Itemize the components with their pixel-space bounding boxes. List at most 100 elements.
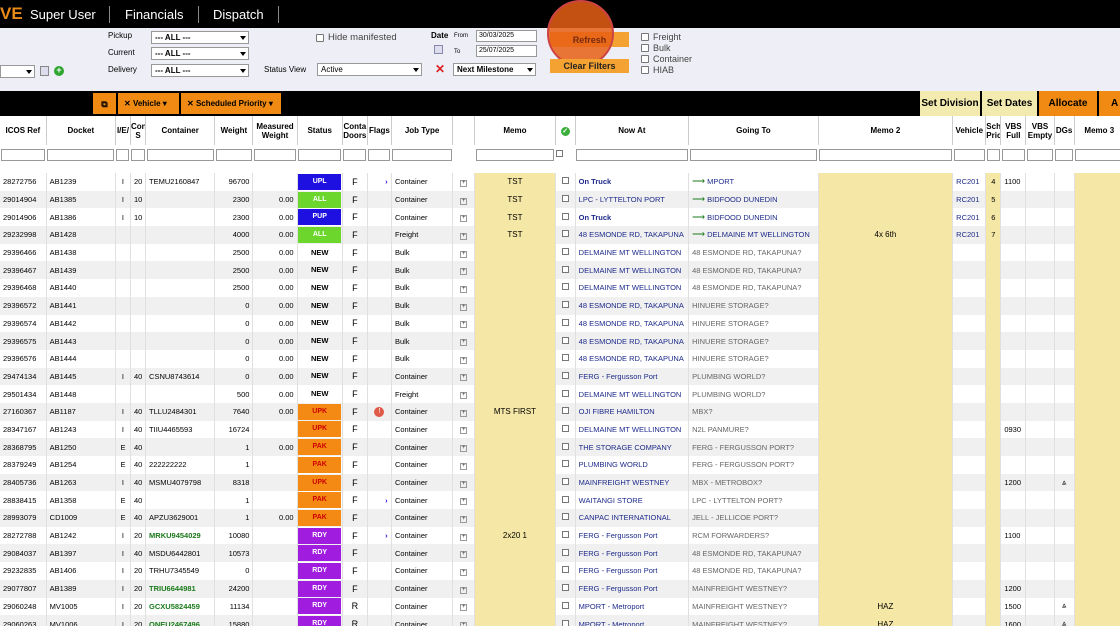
expand-cell[interactable]: + [452, 526, 476, 545]
table-row[interactable]: 28405736 AB1263 I 40 MSMU4079798 8318 UPK F Cont… [0, 473, 1120, 492]
expand-cell[interactable]: + [452, 509, 476, 527]
select-cell[interactable] [555, 385, 576, 403]
memo2-cell[interactable] [818, 173, 954, 191]
memo-cell[interactable] [474, 509, 556, 527]
table-row[interactable]: 29501434 AB1448 500 0.00 NEW F Freight + DELMAIN… [0, 385, 1120, 403]
memo3-cell[interactable] [1074, 367, 1120, 386]
table-row[interactable]: 28347167 AB1243 I 40 TIIU4465593 16724 UPK F Con… [0, 420, 1120, 439]
column-header[interactable]: I/E/ [115, 116, 131, 145]
expand-cell[interactable]: + [452, 367, 476, 386]
docket-cell[interactable]: AB1441 [46, 296, 116, 315]
memo-cell[interactable] [474, 473, 556, 492]
memo-cell[interactable] [474, 597, 556, 616]
memo2-cell[interactable] [818, 190, 954, 209]
memo-cell[interactable] [474, 579, 556, 598]
memo2-cell[interactable] [818, 332, 954, 350]
select-cell[interactable] [555, 597, 576, 616]
memo2-cell[interactable]: HAZ [818, 597, 954, 616]
freight-checkbox[interactable] [641, 33, 649, 41]
row-checkbox[interactable] [561, 495, 569, 503]
memo2-cell[interactable] [818, 208, 954, 227]
nav-dispatch[interactable]: Dispatch [213, 7, 264, 22]
memo2-cell[interactable] [818, 314, 954, 333]
select-cell[interactable] [555, 243, 576, 262]
select-cell[interactable] [555, 579, 576, 598]
column-header[interactable]: Measured Weight [252, 116, 298, 145]
column-filter-input[interactable] [1026, 148, 1054, 161]
column-header[interactable]: Vehicle [952, 116, 987, 145]
hiab-checkbox[interactable] [641, 66, 649, 74]
hide-manifested-checkbox[interactable] [316, 34, 324, 42]
docket-cell[interactable]: AB1263 [46, 473, 116, 492]
docket-cell[interactable]: AB1443 [46, 332, 116, 350]
expand-cell[interactable]: + [452, 456, 476, 474]
memo2-cell[interactable] [818, 243, 954, 262]
division-select[interactable] [0, 65, 35, 78]
expand-cell[interactable]: + [452, 473, 476, 492]
column-header[interactable]: VBS Full [1000, 116, 1027, 145]
column-header[interactable]: Status [297, 116, 343, 145]
memo2-cell[interactable] [818, 579, 954, 598]
select-cell[interactable] [555, 402, 576, 421]
memo2-cell[interactable] [818, 509, 954, 527]
column-filter-input[interactable] [689, 148, 818, 161]
expand-cell[interactable]: + [452, 226, 476, 244]
docket-cell[interactable]: MV1006 [46, 615, 116, 626]
memo-cell[interactable] [474, 279, 556, 297]
expand-icon[interactable]: + [460, 445, 468, 453]
expand-icon[interactable]: + [460, 339, 468, 347]
expand-cell[interactable]: + [452, 544, 476, 563]
milestone-select[interactable]: Next Milestone [453, 63, 536, 76]
row-checkbox[interactable] [561, 548, 569, 556]
row-checkbox[interactable] [561, 601, 569, 609]
expand-icon[interactable]: + [460, 409, 468, 417]
table-row[interactable]: 29014906 AB1386 I 10 2300 0.00 PUP F Container + T… [0, 208, 1120, 227]
memo2-cell[interactable] [818, 562, 954, 580]
column-header[interactable]: ICOS Ref [0, 116, 47, 145]
expand-icon[interactable]: + [460, 197, 468, 205]
expand-icon[interactable]: + [460, 215, 468, 223]
table-row[interactable]: 29396467 AB1439 2500 0.00 NEW F Bulk + DELMAINE … [0, 261, 1120, 280]
column-header[interactable]: Weight [214, 116, 254, 145]
memo3-cell[interactable] [1074, 314, 1120, 333]
memo3-cell[interactable] [1074, 473, 1120, 492]
memo-cell[interactable] [474, 544, 556, 563]
row-checkbox[interactable] [561, 513, 569, 521]
column-header[interactable]: Sch Pric [985, 116, 1002, 145]
expand-icon[interactable]: + [460, 480, 468, 488]
expand-icon[interactable]: + [460, 179, 468, 187]
memo3-cell[interactable] [1074, 544, 1120, 563]
scheduled-priority-sort-button[interactable]: ✕ Scheduled Priority ▾ [181, 93, 281, 114]
memo-cell[interactable] [474, 438, 556, 456]
memo2-cell[interactable] [818, 349, 954, 368]
column-filter-input[interactable] [1055, 148, 1074, 161]
table-row[interactable]: 29396466 AB1438 2500 0.00 NEW F Bulk + DELMAINE … [0, 243, 1120, 262]
memo3-cell[interactable] [1074, 173, 1120, 191]
column-filter-input[interactable] [215, 148, 252, 161]
memo-cell[interactable] [474, 385, 556, 403]
select-cell[interactable] [555, 526, 576, 545]
column-header[interactable]: Container [145, 116, 216, 145]
docket-cell[interactable]: AB1445 [46, 367, 116, 386]
memo-cell[interactable]: TST [474, 173, 556, 191]
memo3-cell[interactable] [1074, 279, 1120, 297]
memo-cell[interactable] [474, 314, 556, 333]
more-actions-button[interactable]: A [1099, 91, 1120, 116]
column-filter-input[interactable] [368, 148, 391, 161]
docket-cell[interactable]: AB1358 [46, 491, 116, 510]
expand-icon[interactable]: + [460, 551, 468, 559]
memo3-cell[interactable] [1074, 190, 1120, 209]
row-checkbox[interactable] [561, 354, 569, 362]
column-filter-input[interactable] [1, 148, 46, 161]
table-row[interactable]: 29084037 AB1397 I 40 MSDU6442801 10573 RDY F Con… [0, 544, 1120, 563]
column-header[interactable]: Now At [575, 116, 690, 145]
row-checkbox[interactable] [561, 442, 569, 450]
row-checkbox[interactable] [561, 195, 569, 203]
row-checkbox[interactable] [561, 265, 569, 273]
select-cell[interactable] [555, 438, 576, 456]
column-filter-input[interactable] [47, 148, 115, 161]
column-filter-input[interactable] [343, 148, 367, 161]
memo3-cell[interactable] [1074, 402, 1120, 421]
calendar-icon[interactable] [40, 66, 49, 76]
select-cell[interactable] [555, 349, 576, 368]
